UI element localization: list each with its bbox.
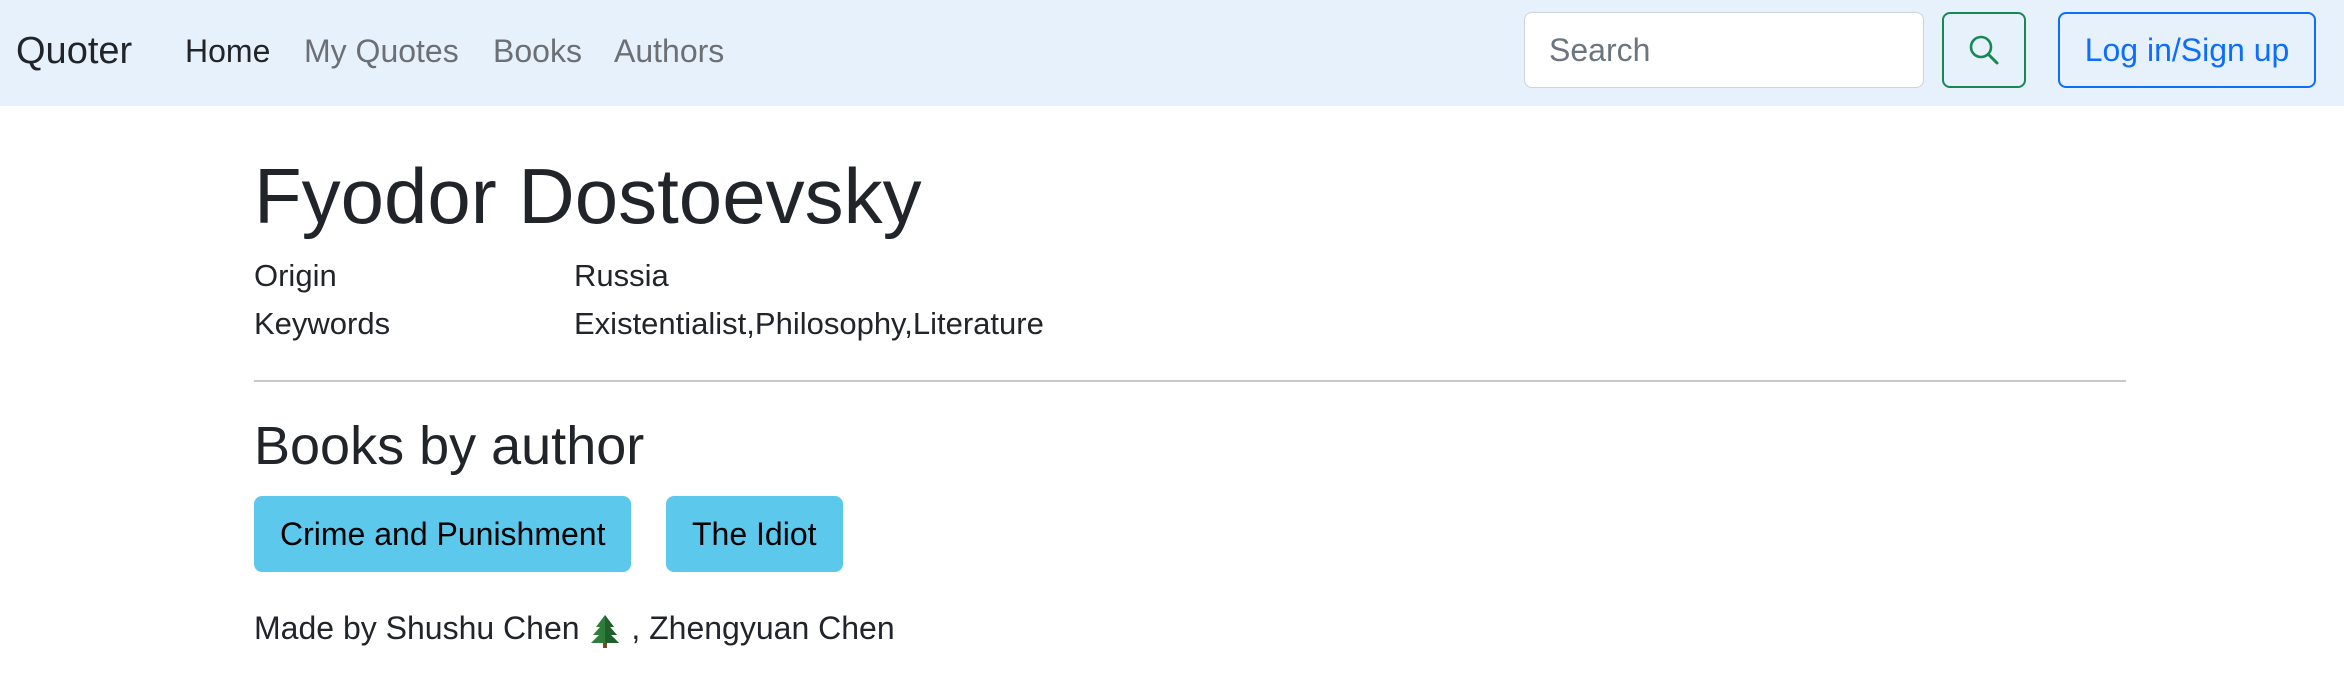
footer-text-suffix: , Zhengyuan Chen [631,610,895,646]
keywords-value: Existentialist,Philosophy,Literature [574,306,1044,341]
search-icon [1969,35,1999,65]
origin-value: Russia [574,258,669,293]
origin-label: Origin [254,258,337,293]
nav-link-books[interactable]: Books [493,24,582,78]
search-input[interactable] [1524,12,1924,88]
keywords-label: Keywords [254,306,391,341]
nav-link-my-quotes[interactable]: My Quotes [304,24,459,78]
nav-link-authors[interactable]: Authors [614,24,724,78]
brand-link[interactable]: Quoter [16,24,132,78]
book-button-crime-and-punishment[interactable]: Crime and Punishment [254,496,632,572]
footer-text-prefix: Made by Shushu Chen [254,610,580,646]
footer: Made by Shushu Chen , Zhengyuan Chen [254,606,895,650]
tree-icon [591,614,620,648]
search-button[interactable] [1942,12,2026,88]
divider [254,380,2126,382]
nav-link-home[interactable]: Home [185,24,270,78]
author-name: Fyodor Dostoevsky [254,152,922,240]
navbar: Quoter Home My Quotes Books Authors Log … [0,0,2344,106]
book-button-the-idiot[interactable]: The Idiot [666,496,843,572]
books-section-title: Books by author [254,416,645,476]
login-signup-button[interactable]: Log in/Sign up [2058,12,2316,88]
